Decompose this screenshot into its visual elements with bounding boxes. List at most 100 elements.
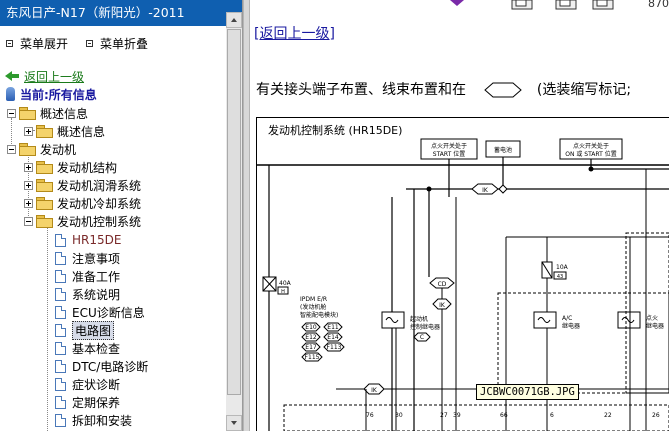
- tree-item-wiring-diagram[interactable]: 电路图: [55, 320, 115, 340]
- tree-item-label: ECU诊断信息: [72, 305, 145, 320]
- tree-item-hr15de[interactable]: HR15DE: [55, 231, 121, 249]
- pin-66: 66: [500, 412, 508, 419]
- arrow-down-icon: [231, 421, 237, 425]
- return-up-link[interactable]: [返回上一级]: [254, 23, 335, 43]
- document-icon: [55, 269, 66, 283]
- pane-splitter[interactable]: [243, 0, 250, 431]
- fuse-43-label: 43: [557, 274, 563, 280]
- ign-start-label-2: START 位置: [433, 150, 465, 158]
- content-pane: 870 [返回上一级] 有关接头端子布置、线束布置和在 (选装缩写标记; 发动机…: [250, 0, 669, 431]
- intro-text-suffix: (选装缩写标记;: [536, 82, 632, 98]
- tree-item-overview-info[interactable]: 概述信息: [24, 122, 105, 140]
- document-icon: [55, 287, 66, 301]
- tree-item-label: 定期保养: [72, 395, 121, 410]
- pin-26: 26: [652, 412, 660, 419]
- folder-icon: [36, 161, 53, 174]
- tree-item-label: DTC/电路诊断: [72, 359, 149, 374]
- fuse-40a-label: 40A: [279, 280, 292, 287]
- tree-item-preparation[interactable]: 准备工作: [55, 267, 120, 285]
- tree-item-overview[interactable]: 概述信息: [7, 104, 88, 122]
- back-up-label: 返回上一级: [24, 69, 85, 84]
- expand-toggle-icon: [24, 126, 33, 136]
- tree-item-engine-cooling[interactable]: 发动机冷却系统: [24, 194, 141, 212]
- expand-menu-button[interactable]: 菜单展开: [0, 35, 68, 52]
- tag-e10: E10: [305, 324, 317, 331]
- ipdm-label-2: (发动机舱: [300, 303, 326, 311]
- wiring-diagram[interactable]: 发动机控制系统 (HR15DE) 点火开关处于 START 位置 蓄电池 点火开…: [256, 117, 669, 431]
- tree-item-system-description[interactable]: 系统说明: [55, 285, 120, 303]
- folder-icon: [36, 179, 53, 192]
- document-icon: [55, 251, 66, 265]
- ac-relay-label-2: 继电器: [562, 322, 580, 330]
- folder-open-icon: [36, 215, 53, 228]
- document-icon: [55, 395, 66, 409]
- back-arrow-icon: [5, 71, 19, 81]
- tree-item-precautions[interactable]: 注意事项: [55, 249, 120, 267]
- page-number: 870: [648, 0, 669, 10]
- ignition-relay-icon: [617, 311, 641, 329]
- folder-icon: [36, 197, 53, 210]
- starter-relay-label-1: 起动机: [410, 315, 428, 323]
- ign-on-label-1: 点火开关处于: [573, 142, 609, 150]
- document-icon: [55, 413, 66, 427]
- tree-item-label: 发动机润滑系统: [57, 178, 142, 193]
- tag-e12: E12: [305, 334, 317, 341]
- collapse-toggle-icon: [24, 216, 33, 226]
- expand-toggle-icon: [24, 198, 33, 208]
- tree-item-ecu-diagnosis[interactable]: ECU诊断信息: [55, 303, 145, 321]
- nav-scrollbar[interactable]: [226, 12, 242, 431]
- tree-item-label: 拆卸和安装: [72, 413, 133, 428]
- tree-item-label-selected: 电路图: [72, 320, 115, 340]
- diagram-title: 发动机控制系统 (HR15DE): [268, 123, 402, 137]
- collapse-menu-label: 菜单折叠: [100, 36, 149, 51]
- tree-item-engine-structure[interactable]: 发动机结构: [24, 158, 117, 176]
- expand-toggle-icon: [24, 180, 33, 190]
- ign-on-label-2: ON 或 START 位置: [565, 150, 616, 158]
- tag-f113: F113: [327, 344, 342, 351]
- pin-39: 39: [453, 412, 461, 419]
- tree-item-label: 注意事项: [72, 251, 121, 266]
- document-icon: [55, 233, 66, 247]
- tree-item-engine-lubrication[interactable]: 发动机润滑系统: [24, 176, 141, 194]
- scroll-thumb[interactable]: [227, 29, 241, 395]
- tree-item-removal-installation[interactable]: 拆卸和安装: [55, 411, 132, 429]
- folder-open-icon: [19, 107, 36, 120]
- ign-start-label-1: 点火开关处于: [431, 142, 467, 150]
- scroll-up-button[interactable]: [226, 12, 242, 28]
- fuse-h-label: H: [281, 289, 285, 295]
- tree-item-dtc-diagnosis[interactable]: DTC/电路诊断: [55, 357, 148, 375]
- menu-toolbar: 菜单展开 菜单折叠: [0, 34, 160, 52]
- connector-cd-label: CD: [438, 281, 447, 288]
- folder-open-icon: [19, 143, 36, 156]
- back-up-link[interactable]: 返回上一级: [5, 67, 84, 85]
- collapse-menu-button[interactable]: 菜单折叠: [80, 35, 148, 52]
- tree-item-basic-inspection[interactable]: 基本检查: [55, 339, 120, 357]
- image-filename-tooltip: JCBWC0071GB.JPG: [476, 384, 579, 400]
- tree-item-label: 症状诊断: [72, 377, 121, 392]
- tree-item-label: HR15DE: [72, 233, 122, 247]
- scroll-down-button[interactable]: [226, 415, 242, 431]
- tag-e14: E14: [327, 334, 339, 341]
- expand-icon: [6, 39, 13, 47]
- top-toolbar-strip: [450, 0, 614, 10]
- tree-item-engine[interactable]: 发动机: [7, 140, 76, 158]
- pin-27: 27: [440, 412, 448, 419]
- tree-item-periodic-maintenance[interactable]: 定期保养: [55, 393, 120, 411]
- ignition-relay-label-2: 继电器: [646, 322, 664, 330]
- collapse-toggle-icon: [7, 144, 16, 154]
- tag-f115: F115: [305, 354, 320, 361]
- tag-e17: E17: [305, 344, 317, 351]
- document-icon: [55, 323, 66, 337]
- tree-item-symptom-diagnosis[interactable]: 症状诊断: [55, 375, 120, 393]
- manual-title: 东风日产-N17（新阳光）-2011: [0, 0, 242, 26]
- battery-label: 蓄电池: [494, 146, 512, 154]
- arrow-up-icon: [231, 18, 237, 22]
- expand-toggle-icon: [24, 162, 33, 172]
- document-icon: [55, 341, 66, 355]
- pin-icon: [6, 87, 15, 101]
- purple-flag-icon: [450, 0, 464, 6]
- collapse-toggle-icon: [7, 108, 16, 118]
- document-icon: [55, 377, 66, 391]
- tree-item-engine-control[interactable]: 发动机控制系统: [24, 212, 141, 230]
- pin-76: 76: [366, 412, 374, 419]
